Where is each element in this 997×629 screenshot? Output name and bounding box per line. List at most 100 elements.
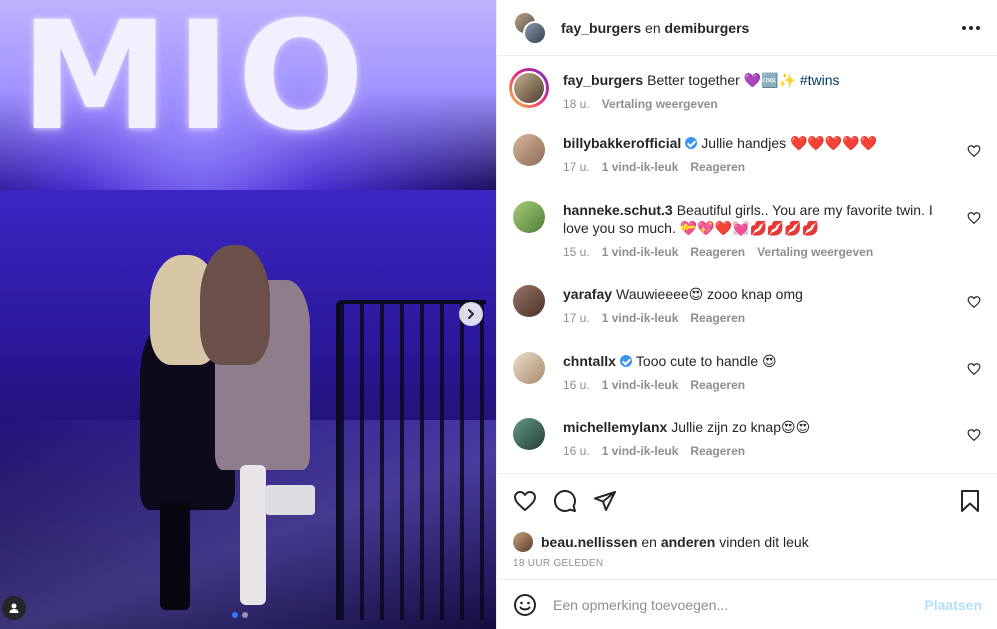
- iron-railing: [336, 300, 486, 620]
- comment-likes[interactable]: 1 vind-ik-leuk: [602, 378, 679, 392]
- author-link[interactable]: demiburgers: [665, 20, 750, 36]
- comment-time[interactable]: 16 u.: [563, 444, 590, 458]
- comment-user[interactable]: yarafay: [563, 286, 612, 302]
- post-header: fay_burgers en demiburgers: [497, 0, 997, 56]
- comment-row: chntallx Tooo cute to handle 😍 16 u. 1 vi…: [513, 352, 981, 418]
- comment-row: hanneke.schut.3 Beautiful girls.. You are…: [513, 201, 981, 285]
- avatar[interactable]: [513, 532, 533, 552]
- comment-meta: 17 u. 1 vind-ik-leuk Reageren: [563, 160, 955, 174]
- comment-likes[interactable]: 1 vind-ik-leuk: [602, 311, 679, 325]
- comment-likes[interactable]: 1 vind-ik-leuk: [602, 160, 679, 174]
- reply-button[interactable]: Reageren: [690, 378, 745, 392]
- comment-time[interactable]: 15 u.: [563, 245, 590, 259]
- caption-user[interactable]: fay_burgers: [563, 72, 643, 88]
- post-comment-button[interactable]: Plaatsen: [924, 597, 982, 613]
- comment-user[interactable]: chntallx: [563, 353, 616, 369]
- comment-user[interactable]: billybakkerofficial: [563, 135, 681, 151]
- avatar[interactable]: [513, 285, 545, 317]
- comment-row: michellemylanx Jullie zijn zo knap😍😍 16 u…: [513, 418, 981, 473]
- handbag: [265, 485, 315, 515]
- comment-icon: [553, 489, 576, 512]
- comment-meta: 16 u. 1 vind-ik-leuk Reageren: [563, 378, 955, 392]
- avatar[interactable]: [513, 134, 545, 166]
- post-side-panel: fay_burgers en demiburgers fay_burgers Be…: [496, 0, 997, 629]
- like-comment-icon[interactable]: [967, 211, 981, 225]
- comment-body: hanneke.schut.3 Beautiful girls.. You are…: [563, 201, 981, 285]
- reply-button[interactable]: Reageren: [690, 311, 745, 325]
- comment-body: michellemylanx Jullie zijn zo knap😍😍 16 u…: [563, 418, 981, 473]
- more-horizontal-icon: [962, 25, 980, 30]
- likes-summary: beau.nellissen en anderen vinden dit leu…: [513, 532, 982, 552]
- comment-meta: 17 u. 1 vind-ik-leuk Reageren: [563, 311, 955, 325]
- like-comment-icon[interactable]: [967, 362, 981, 376]
- avatar[interactable]: [513, 352, 545, 384]
- more-options-button[interactable]: [959, 16, 983, 40]
- smiley-icon[interactable]: [513, 593, 537, 617]
- comment-message: Wauwieeee😍 zooo knap omg: [616, 286, 803, 302]
- next-photo-button[interactable]: [459, 302, 483, 326]
- comment-message: Tooo cute to handle 😍: [635, 353, 777, 369]
- chevron-right-icon: [468, 309, 474, 319]
- comment-time[interactable]: 17 u.: [563, 160, 590, 174]
- comment-user[interactable]: hanneke.schut.3: [563, 202, 673, 218]
- carousel-indicator: [232, 612, 248, 618]
- caption-meta: 18 u. Vertaling weergeven: [563, 97, 955, 111]
- post-dialog: MIO fay_burgers en demiburgers fay_burge…: [0, 0, 997, 629]
- avatar: [523, 20, 547, 45]
- user-tags-button[interactable]: [2, 596, 26, 620]
- person-right-hair: [200, 245, 270, 365]
- verified-badge-icon: [619, 355, 632, 367]
- person-left-boot: [160, 500, 190, 610]
- comment-text: billybakkerofficial Jullie handjes ❤️❤️❤️…: [563, 134, 955, 152]
- like-comment-icon[interactable]: [967, 144, 981, 158]
- reply-button[interactable]: Reageren: [690, 160, 745, 174]
- comment-meta: 16 u. 1 vind-ik-leuk Reageren: [563, 444, 955, 458]
- share-button[interactable]: [593, 489, 617, 513]
- verified-badge-icon: [685, 137, 698, 149]
- comment-likes[interactable]: 1 vind-ik-leuk: [602, 444, 679, 458]
- save-button[interactable]: [958, 489, 982, 513]
- comment-time[interactable]: 17 u.: [563, 311, 590, 325]
- user-tag-icon: [9, 603, 19, 613]
- translate-link[interactable]: Vertaling weergeven: [602, 97, 718, 111]
- comment-text: hanneke.schut.3 Beautiful girls.. You are…: [563, 201, 955, 237]
- like-comment-icon[interactable]: [967, 295, 981, 309]
- comment-message: Jullie zijn zo knap😍😍: [671, 419, 811, 435]
- comment-meta: 15 u. 1 vind-ik-leuk Reageren Vertaling …: [563, 245, 955, 259]
- carousel-dot: [242, 612, 248, 618]
- like-button[interactable]: [513, 489, 537, 513]
- comment-row: billybakkerofficial Jullie handjes ❤️❤️❤️…: [513, 134, 981, 201]
- post-timestamp[interactable]: 18 UUR GELEDEN: [513, 558, 982, 569]
- like-comment-icon[interactable]: [967, 428, 981, 442]
- avatar[interactable]: [513, 418, 545, 450]
- comment-body: chntallx Tooo cute to handle 😍 16 u. 1 vi…: [563, 352, 981, 418]
- bookmark-icon: [961, 490, 979, 512]
- action-bar: [513, 486, 982, 516]
- carousel-dot-active: [232, 612, 238, 618]
- comment-body: billybakkerofficial Jullie handjes ❤️❤️❤️…: [563, 134, 981, 201]
- comments-list[interactable]: fay_burgers Better together 💜🆒✨ #twins 18…: [497, 56, 997, 473]
- post-actions: beau.nellissen en anderen vinden dit leu…: [497, 473, 997, 579]
- liker-link[interactable]: beau.nellissen: [541, 534, 637, 550]
- hashtag-link[interactable]: #twins: [800, 72, 840, 88]
- comment-button[interactable]: [553, 489, 577, 513]
- avatar[interactable]: [513, 201, 545, 233]
- comment-row: yarafay Wauwieeee😍 zooo knap omg 17 u. 1 …: [513, 285, 981, 352]
- reply-button[interactable]: Reageren: [690, 444, 745, 458]
- post-photo[interactable]: MIO: [0, 0, 496, 629]
- comment-text: chntallx Tooo cute to handle 😍: [563, 352, 955, 370]
- comment-likes[interactable]: 1 vind-ik-leuk: [602, 245, 679, 259]
- comment-user[interactable]: michellemylanx: [563, 419, 667, 435]
- translate-link[interactable]: Vertaling weergeven: [757, 245, 873, 259]
- caption-time[interactable]: 18 u.: [563, 97, 590, 111]
- reply-button[interactable]: Reageren: [690, 245, 745, 259]
- author-link[interactable]: fay_burgers: [561, 20, 641, 36]
- avatar[interactable]: [509, 68, 549, 108]
- comment-input[interactable]: [553, 596, 925, 613]
- likes-others-link[interactable]: anderen: [661, 534, 715, 550]
- neon-sign: MIO: [0, 0, 496, 190]
- caption-text: fay_burgers Better together 💜🆒✨ #twins: [563, 71, 955, 89]
- comment-text: yarafay Wauwieeee😍 zooo knap omg: [563, 285, 955, 303]
- comment-time[interactable]: 16 u.: [563, 378, 590, 392]
- collab-avatars[interactable]: [513, 10, 547, 45]
